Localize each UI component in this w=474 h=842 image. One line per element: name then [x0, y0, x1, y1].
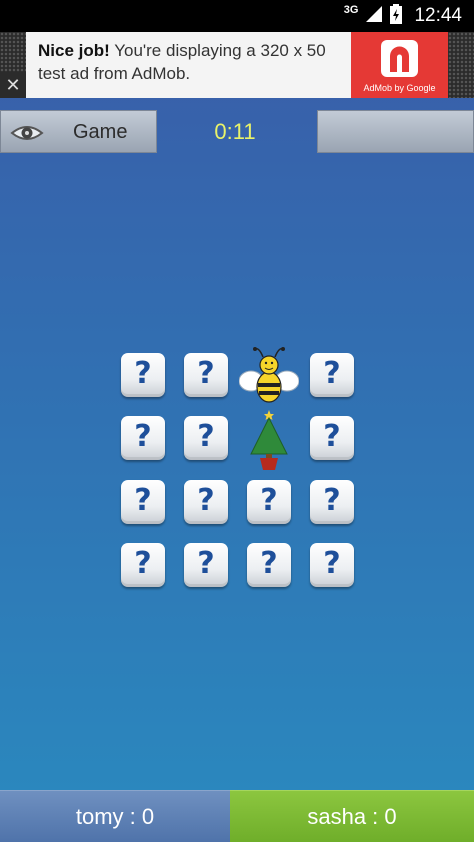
- memory-card-hidden[interactable]: ?: [247, 480, 291, 524]
- question-mark-icon: ?: [323, 546, 341, 581]
- eye-icon: [10, 121, 44, 150]
- question-mark-icon: ?: [134, 356, 152, 391]
- memory-card-christmas-tree[interactable]: [247, 408, 291, 472]
- admob-mark-icon: [381, 40, 418, 77]
- question-mark-icon: ?: [260, 546, 278, 581]
- question-mark-icon: ?: [323, 483, 341, 518]
- memory-card-bee[interactable]: [238, 345, 300, 409]
- player2-score: sasha : 0: [230, 790, 474, 842]
- ad-banner[interactable]: ✕ Nice job! You're displaying a 320 x 50…: [0, 32, 474, 98]
- ad-text[interactable]: Nice job! You're displaying a 320 x 50 t…: [26, 32, 351, 98]
- question-mark-icon: ?: [260, 483, 278, 518]
- memory-card-hidden[interactable]: ?: [310, 480, 354, 524]
- game-header: Game 0:11: [0, 110, 474, 153]
- ad-logo-caption: AdMob by Google: [363, 83, 436, 93]
- question-mark-icon: ?: [323, 419, 341, 454]
- memory-card-hidden[interactable]: ?: [310, 543, 354, 587]
- ad-close-button[interactable]: ✕: [0, 72, 26, 98]
- memory-card-hidden[interactable]: ?: [247, 543, 291, 587]
- memory-card-hidden[interactable]: ?: [310, 353, 354, 397]
- memory-card-hidden[interactable]: ?: [310, 416, 354, 460]
- memory-card-hidden[interactable]: ?: [184, 353, 228, 397]
- question-mark-icon: ?: [197, 419, 215, 454]
- game-menu-button[interactable]: Game: [0, 110, 157, 153]
- ad-right-pattern: [448, 32, 474, 98]
- memory-card-hidden[interactable]: ?: [121, 480, 165, 524]
- christmas-tree-icon: [247, 410, 291, 476]
- question-mark-icon: ?: [197, 546, 215, 581]
- question-mark-icon: ?: [197, 356, 215, 391]
- memory-card-hidden[interactable]: ?: [184, 480, 228, 524]
- memory-card-hidden[interactable]: ?: [184, 543, 228, 587]
- network-type: 3G: [343, 4, 359, 16]
- question-mark-icon: ?: [134, 419, 152, 454]
- memory-card-hidden[interactable]: ?: [121, 353, 165, 397]
- memory-card-hidden[interactable]: ?: [184, 416, 228, 460]
- question-mark-icon: ?: [134, 546, 152, 581]
- memory-card-hidden[interactable]: ?: [121, 543, 165, 587]
- memory-card-hidden[interactable]: ?: [121, 416, 165, 460]
- status-bar: 3G 12:44: [0, 0, 474, 32]
- question-mark-icon: ?: [197, 483, 215, 518]
- score-bar: tomy : 0 sasha : 0: [0, 790, 474, 842]
- question-mark-icon: ?: [134, 483, 152, 518]
- question-mark-icon: ?: [323, 356, 341, 391]
- clock: 12:44: [414, 5, 462, 26]
- header-right-panel[interactable]: [317, 110, 474, 153]
- signal-icon: [366, 5, 383, 27]
- game-menu-label: Game: [73, 121, 128, 143]
- battery-icon: [390, 3, 403, 29]
- admob-logo[interactable]: AdMob by Google: [351, 32, 448, 98]
- ad-headline: Nice job!: [38, 41, 110, 60]
- player1-score: tomy : 0: [0, 790, 230, 842]
- timer: 0:11: [214, 119, 256, 144]
